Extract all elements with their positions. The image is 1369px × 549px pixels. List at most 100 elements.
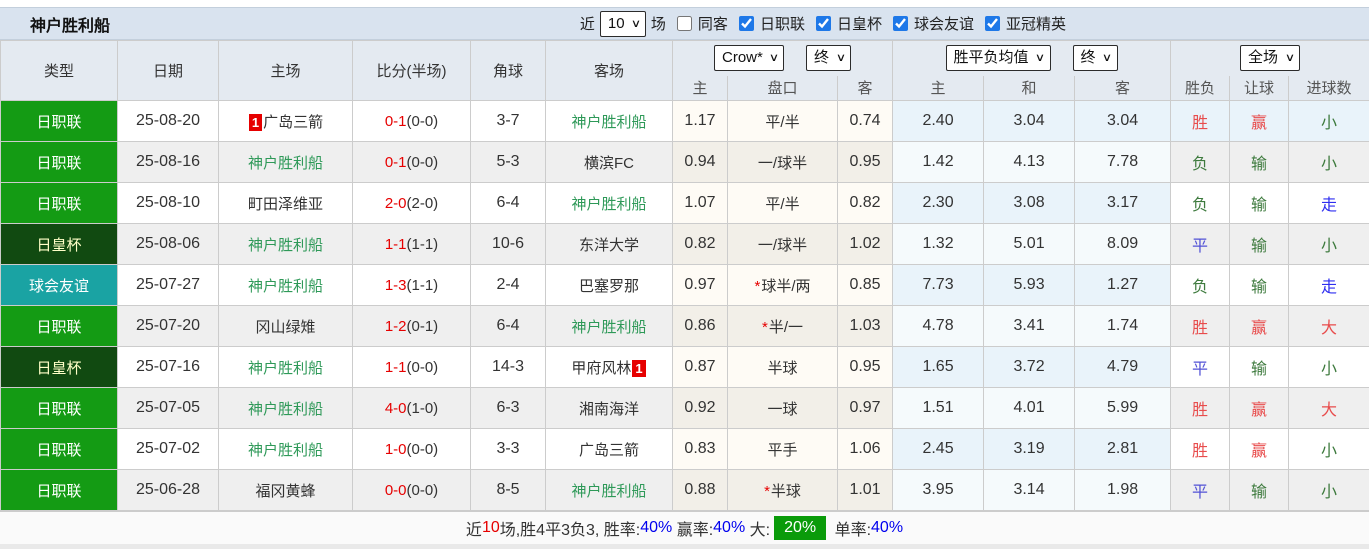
away-team: 广岛三箭 [579,442,639,459]
handicap-name: 球半/两 [761,278,810,295]
score-fulltime: 0-1 [385,113,407,130]
home-team-cell: 町田泽维亚 [219,183,353,224]
score-halftime: (0-0) [407,441,439,458]
sub-col-header-result: 胜负 [1171,76,1230,101]
score-fulltime: 0-0 [385,482,407,499]
odds-away: 1.02 [838,224,893,265]
filter-controls: 近 10 场 同客 日职联 日皇杯 球会友谊 亚冠精英 [577,11,1069,37]
league-type-cell: 日皇杯 [1,224,118,265]
handicap-result-cell: 输 [1230,183,1289,224]
odds-select-group: Crow* 终 [673,41,893,76]
footer-stats: 场,胜4平3负3, 胜率: [500,516,640,540]
odds-away: 0.97 [838,388,893,429]
handicap-cell: 平/半 [728,183,838,224]
sub-col-header-handicap-result: 让球 [1230,76,1289,101]
score-halftime: (0-0) [407,482,439,499]
match-date: 25-08-10 [118,183,219,224]
odds-away: 1.01 [838,470,893,511]
mean-draw-odds: 3.04 [984,101,1075,142]
league-filter-checkbox-acl-elite[interactable] [985,16,1000,31]
mean-away-odds: 5.99 [1075,388,1171,429]
mean-away-odds: 1.98 [1075,470,1171,511]
mean-draw-odds: 4.01 [984,388,1075,429]
mean-home-odds: 2.30 [893,183,984,224]
home-team-cell: 神户胜利船 [219,265,353,306]
corner-score: 3-7 [471,101,546,142]
home-team-cell: 冈山绿雉 [219,306,353,347]
league-filter-checkbox-club-friendly[interactable] [893,16,908,31]
odds-away: 0.82 [838,183,893,224]
sub-col-header-goals-result: 进球数 [1289,76,1369,101]
promotion-badge: 1 [632,360,645,377]
away-team-cell: 神户胜利船 [546,101,673,142]
mean-away-odds: 3.17 [1075,183,1171,224]
handicap-name: 半球 [771,483,801,500]
same-away-label: 同客 [698,13,728,34]
handicap-cell: *半/一 [728,306,838,347]
handicap-result-cell: 输 [1230,265,1289,306]
goals-result-cell: 大 [1289,388,1369,429]
mean-away-odds: 7.78 [1075,142,1171,183]
sub-col-header-mean-away: 客 [1075,76,1171,101]
away-team-cell: 神户胜利船 [546,306,673,347]
home-team: 神户胜利船 [248,360,323,377]
score-halftime: (0-0) [407,359,439,376]
same-away-checkbox[interactable] [677,16,692,31]
home-team-cell: 神户胜利船 [219,429,353,470]
odds-stage-select[interactable]: 终 [806,45,851,71]
odds-away: 0.74 [838,101,893,142]
score-halftime: (1-1) [407,236,439,253]
mean-source-select[interactable]: 胜平负均值 [946,45,1051,71]
mean-draw-odds: 5.01 [984,224,1075,265]
goals-result-cell: 大 [1289,306,1369,347]
matches-label: 场 [651,13,666,34]
score-cell: 0-0(0-0) [353,470,471,511]
footer-win-rate: 40% [640,519,672,537]
home-team: 广岛三箭 [263,114,323,131]
league-filter-checkbox-jleague[interactable] [739,16,754,31]
handicap-cell: 平/半 [728,101,838,142]
col-header-type: 类型 [1,41,118,101]
result-cell: 平 [1171,347,1230,388]
handicap-name: 一/球半 [758,237,807,254]
odds-home: 1.17 [673,101,728,142]
home-team-cell: 福冈黄蜂 [219,470,353,511]
mean-home-odds: 4.78 [893,306,984,347]
home-team-cell: 神户胜利船 [219,347,353,388]
mean-home-odds: 3.95 [893,470,984,511]
league-type-cell: 日职联 [1,306,118,347]
away-team: 东洋大学 [579,237,639,254]
handicap-cell: 平手 [728,429,838,470]
corner-score: 6-4 [471,183,546,224]
scope-select[interactable]: 全场 [1240,45,1300,71]
mean-home-odds: 7.73 [893,265,984,306]
odds-away: 0.95 [838,142,893,183]
mean-stage-select[interactable]: 终 [1073,45,1118,71]
home-team: 神户胜利船 [248,155,323,172]
handicap-result-cell: 输 [1230,470,1289,511]
col-header-corner: 角球 [471,41,546,101]
score-cell: 1-0(0-0) [353,429,471,470]
score-cell: 1-3(1-1) [353,265,471,306]
table-header: 类型 日期 主场 比分(半场) 角球 客场 Crow* 终 胜平负均值 终 [1,41,1369,101]
league-filter-checkbox-emperor-cup[interactable] [816,16,831,31]
bottom-strip [0,544,1369,549]
corner-score: 8-5 [471,470,546,511]
handicap-name: 一/球半 [758,155,807,172]
handicap-cell: 一球 [728,388,838,429]
odds-home: 0.92 [673,388,728,429]
recent-count-select[interactable]: 10 [600,11,646,37]
corner-score: 10-6 [471,224,546,265]
odds-away: 1.06 [838,429,893,470]
corner-score: 6-4 [471,306,546,347]
match-row: 日职联 25-08-20 1广岛三箭 0-1(0-0) 3-7 神户胜利船 1.… [1,101,1369,142]
odds-source-select[interactable]: Crow* [714,45,784,71]
result-cell: 胜 [1171,388,1230,429]
away-team: 巴塞罗那 [579,278,639,295]
home-team-cell: 1广岛三箭 [219,101,353,142]
score-halftime: (0-0) [407,154,439,171]
odds-home: 0.94 [673,142,728,183]
handicap-result-cell: 输 [1230,224,1289,265]
sub-col-header-handicap: 盘口 [728,76,838,101]
handicap-name: 平手 [767,442,797,459]
